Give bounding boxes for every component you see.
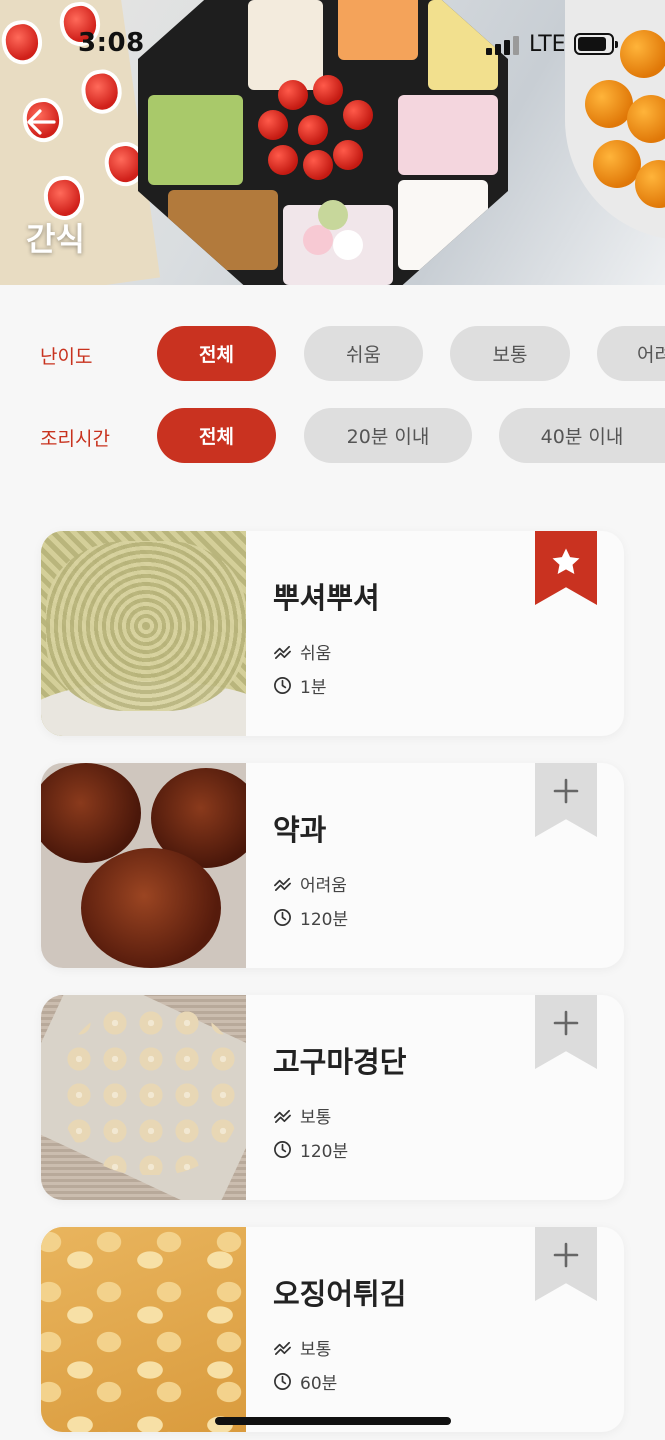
bookmark-button[interactable] xyxy=(535,531,597,605)
trend-icon xyxy=(274,1341,291,1356)
recipe-image xyxy=(41,1227,246,1432)
recipe-image xyxy=(41,531,246,736)
difficulty-filter-row: 난이도 전체 쉬움 보통 어려 xyxy=(0,326,665,382)
trend-icon xyxy=(274,645,291,660)
time-filter-row: 조리시간 전체 20분 이내 40분 이내 xyxy=(0,408,665,464)
recipe-title: 고구마경단 xyxy=(273,1045,407,1079)
trend-icon xyxy=(274,877,291,892)
recipe-card[interactable]: 뿌셔뿌셔 쉬움 1분 xyxy=(41,531,624,736)
clock-icon xyxy=(274,1141,291,1158)
recipe-difficulty: 보통 xyxy=(273,1335,331,1360)
difficulty-label: 난이도 xyxy=(40,346,93,368)
recipe-time: 1분 xyxy=(273,673,326,698)
difficulty-value: 보통 xyxy=(300,1340,332,1360)
clock-icon xyxy=(274,909,291,926)
difficulty-chip-normal[interactable]: 보통 xyxy=(450,326,570,381)
plus-icon xyxy=(553,1242,579,1268)
recipe-image xyxy=(41,995,246,1200)
back-button[interactable] xyxy=(24,102,64,142)
recipe-title: 약과 xyxy=(273,813,327,847)
difficulty-chip-all[interactable]: 전체 xyxy=(157,326,276,381)
home-indicator xyxy=(215,1417,451,1425)
clock-icon xyxy=(274,1373,291,1390)
recipe-time: 120분 xyxy=(273,905,348,930)
difficulty-value: 보통 xyxy=(300,1108,332,1128)
difficulty-value: 쉬움 xyxy=(300,644,332,664)
cook-time-label: 조리시간 xyxy=(40,428,110,450)
time-chip-20[interactable]: 20분 이내 xyxy=(304,408,472,463)
network-label: LTE xyxy=(529,32,566,57)
recipe-card[interactable]: 고구마경단 보통 120분 xyxy=(41,995,624,1200)
difficulty-value: 어려움 xyxy=(300,876,347,896)
time-value: 60분 xyxy=(300,1374,338,1394)
star-icon xyxy=(552,548,580,575)
bookmark-button[interactable] xyxy=(535,995,597,1069)
status-time: 3:08 xyxy=(78,28,145,58)
recipe-difficulty: 어려움 xyxy=(273,871,347,896)
plus-icon xyxy=(553,778,579,804)
battery-icon xyxy=(574,33,618,55)
clock-icon xyxy=(274,677,291,694)
difficulty-chip-hard[interactable]: 어려 xyxy=(597,326,665,381)
difficulty-chip-easy[interactable]: 쉬움 xyxy=(304,326,423,381)
trend-icon xyxy=(274,1109,291,1124)
time-chip-all[interactable]: 전체 xyxy=(157,408,276,463)
signal-icon xyxy=(486,35,520,55)
time-value: 120분 xyxy=(300,910,349,930)
filter-panel: 난이도 전체 쉬움 보통 어려 조리시간 전체 20분 이내 40분 이내 xyxy=(0,285,665,500)
plus-icon xyxy=(553,1010,579,1036)
recipe-time: 60분 xyxy=(273,1369,337,1394)
time-value: 120분 xyxy=(300,1142,349,1162)
bookmark-button[interactable] xyxy=(535,763,597,837)
recipe-title: 뿌셔뿌셔 xyxy=(273,581,380,615)
recipe-card[interactable]: 약과 어려움 120분 xyxy=(41,763,624,968)
time-chip-40[interactable]: 40분 이내 xyxy=(499,408,665,463)
arrow-left-icon xyxy=(27,109,56,135)
status-bar: 3:08 LTE xyxy=(0,0,665,90)
recipe-image xyxy=(41,763,246,968)
recipe-difficulty: 쉬움 xyxy=(273,639,331,664)
recipe-time: 120분 xyxy=(273,1137,348,1162)
recipe-title: 오징어튀김 xyxy=(273,1277,407,1311)
bookmark-button[interactable] xyxy=(535,1227,597,1301)
recipe-card[interactable]: 오징어튀김 보통 60분 xyxy=(41,1227,624,1432)
page-title: 간식 xyxy=(26,220,85,258)
time-value: 1분 xyxy=(300,678,327,698)
recipe-difficulty: 보통 xyxy=(273,1103,331,1128)
